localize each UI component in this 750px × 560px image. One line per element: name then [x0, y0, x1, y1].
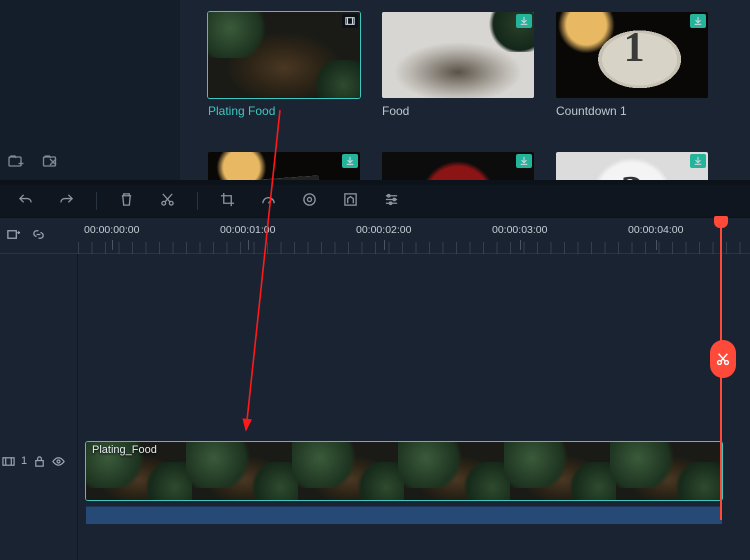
ruler-tick: 00:00:03:00	[492, 224, 547, 236]
ruler-tick: 00:00:00:00	[84, 224, 139, 236]
media-thumb[interactable]	[382, 152, 534, 180]
media-browser: Plating Food Food 1 Countdown 1	[180, 0, 750, 180]
download-badge-icon	[516, 154, 532, 168]
media-thumb-label: Plating Food	[208, 104, 360, 118]
download-badge-icon	[342, 154, 358, 168]
media-thumb-label: Food	[382, 104, 534, 118]
lock-icon[interactable]	[33, 455, 46, 468]
redo-icon[interactable]	[59, 192, 74, 210]
clip-frame	[616, 442, 722, 500]
download-badge-icon	[690, 154, 706, 168]
media-thumb[interactable]	[208, 152, 360, 180]
timeline[interactable]: 1 Plating_Food	[0, 254, 750, 560]
clip-frame	[404, 442, 510, 500]
clip-frame	[510, 442, 616, 500]
media-thumb-food[interactable]: Food	[382, 12, 534, 118]
media-thumb-plating-food[interactable]: Plating Food	[208, 12, 360, 118]
speed-icon[interactable]	[261, 192, 276, 210]
delete-icon[interactable]	[119, 192, 134, 210]
clip-frame	[192, 442, 298, 500]
split-button[interactable]	[710, 340, 736, 378]
ruler-tick: 00:00:01:00	[220, 224, 275, 236]
color-icon[interactable]	[302, 192, 317, 210]
download-badge-icon	[690, 14, 706, 28]
media-thumb-label: Countdown 1	[556, 104, 708, 118]
video-track-header[interactable]: 1	[2, 450, 76, 472]
tracks-gutter: 1	[0, 254, 78, 560]
add-marker-icon[interactable]	[6, 227, 21, 245]
timeline-clip[interactable]: Plating_Food	[86, 442, 722, 500]
tracks-area[interactable]: Plating_Food	[78, 254, 750, 560]
link-icon[interactable]	[31, 227, 46, 245]
download-badge-icon	[516, 14, 532, 28]
timeline-audio-strip[interactable]	[86, 506, 722, 524]
clip-frame	[298, 442, 404, 500]
add-folder-icon[interactable]	[8, 153, 24, 172]
ruler-tick: 00:00:02:00	[356, 224, 411, 236]
adjust-icon[interactable]	[384, 192, 399, 210]
media-thumb[interactable]: 2	[556, 152, 708, 180]
visibility-icon[interactable]	[52, 455, 65, 468]
crop-icon[interactable]	[220, 192, 235, 210]
timeline-toolbar	[0, 184, 750, 218]
media-thumb-countdown-1[interactable]: 1 Countdown 1	[556, 12, 708, 118]
greenscreen-icon[interactable]	[343, 192, 358, 210]
video-badge-icon	[342, 14, 358, 28]
ruler-tick: 00:00:04:00	[628, 224, 683, 236]
new-folder-icon[interactable]	[42, 153, 58, 172]
timeline-ruler[interactable]: 00:00:00:00 00:00:01:00 00:00:02:00 00:00:0…	[0, 218, 750, 254]
media-row: 2	[208, 152, 734, 180]
undo-icon[interactable]	[18, 192, 33, 210]
cut-icon[interactable]	[160, 192, 175, 210]
clip-title: Plating_Food	[92, 444, 157, 456]
media-sidebar	[0, 0, 180, 180]
media-row: Plating Food Food 1 Countdown 1	[208, 12, 734, 118]
